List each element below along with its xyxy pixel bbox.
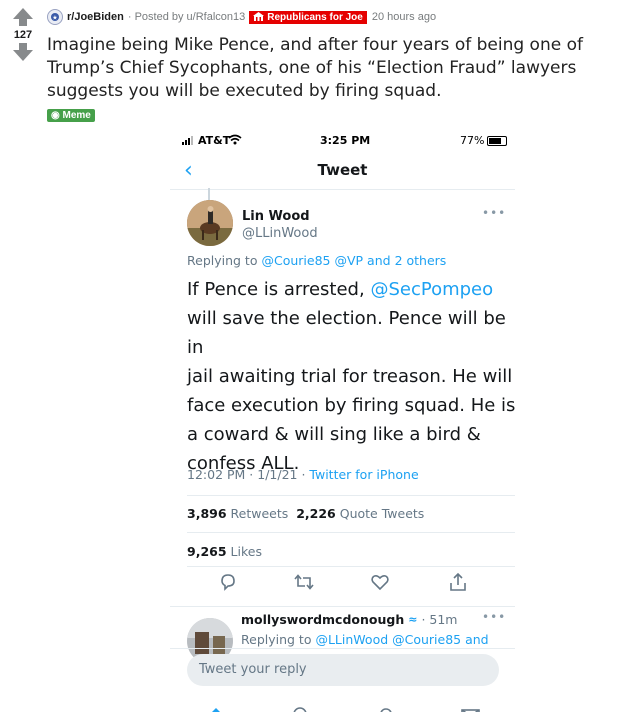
composer-placeholder: Tweet your reply xyxy=(199,662,307,677)
quotes-count: 2,226 xyxy=(296,506,336,521)
battery-icon xyxy=(487,136,507,146)
replying-and: and xyxy=(367,253,391,268)
stats-divider-top xyxy=(187,495,515,496)
reply-author: mollyswordmcdonough ≈ · 51m xyxy=(241,612,457,627)
replying-to: Replying to @Courie85 @VP and 2 others xyxy=(187,253,446,268)
reply-author-name[interactable]: mollyswordmcdonough xyxy=(241,612,404,627)
subreddit-icon[interactable]: ★ xyxy=(47,9,63,25)
reply-icon[interactable] xyxy=(218,572,238,596)
thread-line xyxy=(208,188,210,200)
battery-percent: 77% xyxy=(460,134,485,147)
reply-replying-prefix: Replying to xyxy=(241,632,312,647)
mention-vp[interactable]: @VP xyxy=(334,253,363,268)
home-icon[interactable] xyxy=(205,704,227,712)
reply-mentions[interactable]: @LLinWood @Courie85 and xyxy=(315,632,488,647)
like-stats: 9,265 Likes xyxy=(187,544,262,559)
like-icon[interactable] xyxy=(370,572,390,596)
tweet-time: 12:02 PM · 1/1/21 · xyxy=(187,467,306,482)
signal-icon xyxy=(182,136,193,145)
downvote-icon[interactable] xyxy=(8,43,38,61)
share-icon[interactable] xyxy=(448,572,468,596)
reddit-post[interactable]: 127 ★ r/JoeBiden · Posted by u/Rfalcon13… xyxy=(0,0,640,712)
retweet-stats: 3,896 Retweets 2,226 Quote Tweets xyxy=(187,506,424,521)
retweets-count: 3,896 xyxy=(187,506,227,521)
tweet-screenshot: AT&T 3:25 PM 77% ‹ Tweet Lin Wood @LLinW… xyxy=(170,128,530,712)
posted-by[interactable]: · Posted by u/Rfalcon13 xyxy=(128,11,245,23)
mention-secpompeo[interactable]: @SecPompeo xyxy=(370,279,493,300)
tweet-line-4: face execution by firing squad. He is xyxy=(187,395,516,416)
replying-others[interactable]: 2 others xyxy=(395,253,447,268)
user-flair-label: Republicans for Joe xyxy=(267,11,363,23)
search-icon[interactable] xyxy=(290,704,312,712)
retweet-icon[interactable] xyxy=(293,572,315,596)
tweet-author-handle[interactable]: @LLinWood xyxy=(242,226,318,241)
tweet-line-5: a coward & will sing like a bird & xyxy=(187,424,481,445)
status-time: 3:25 PM xyxy=(320,134,371,147)
tweet-timestamp: 12:02 PM · 1/1/21 · Twitter for iPhone xyxy=(187,467,419,482)
tweet-author-name[interactable]: Lin Wood xyxy=(242,209,310,224)
actions-divider xyxy=(170,606,515,607)
post-flair[interactable]: ◉ Meme xyxy=(47,109,95,122)
nav-title: Tweet xyxy=(317,161,368,179)
composer-divider xyxy=(170,648,515,649)
tweet-line-3: jail awaiting trial for treason. He will xyxy=(187,366,513,387)
mention-courie85[interactable]: @Courie85 xyxy=(261,253,330,268)
quotes-label[interactable]: Quote Tweets xyxy=(340,506,425,521)
tweet-source[interactable]: Twitter for iPhone xyxy=(309,467,418,482)
messages-icon[interactable] xyxy=(460,704,482,712)
svg-text:★: ★ xyxy=(52,15,57,22)
carrier-label: AT&T xyxy=(198,134,231,147)
post-flair-label: Meme xyxy=(62,110,91,121)
avatar[interactable] xyxy=(187,200,233,246)
post-meta: ★ r/JoeBiden · Posted by u/Rfalcon13 Rep… xyxy=(47,9,436,25)
post-time: 20 hours ago xyxy=(371,11,437,23)
notifications-icon[interactable] xyxy=(375,704,397,712)
replying-prefix: Replying to xyxy=(187,253,258,268)
tweet-body: If Pence is arrested, @SecPompeo will sa… xyxy=(187,275,517,478)
more-icon[interactable]: ••• xyxy=(482,610,506,624)
upvote-icon[interactable] xyxy=(8,8,38,26)
flair-icon: ◉ xyxy=(51,110,63,121)
retweets-label[interactable]: Retweets xyxy=(231,506,289,521)
stats-divider-mid xyxy=(187,532,515,533)
flair-icon xyxy=(253,12,265,21)
reply-replying-to: Replying to @LLinWood @Courie85 and xyxy=(241,632,489,647)
subreddit-link[interactable]: r/JoeBiden xyxy=(67,11,124,23)
likes-count: 9,265 xyxy=(187,544,227,559)
reply-age: · 51m xyxy=(421,612,458,627)
more-icon[interactable]: ••• xyxy=(482,206,506,220)
post-score: 127 xyxy=(13,29,33,41)
post-title[interactable]: Imagine being Mike Pence, and after four… xyxy=(47,34,639,103)
tweet-line-2: will save the election. Pence will be in xyxy=(187,308,506,358)
stats-divider-bottom xyxy=(187,566,515,567)
wave-icon: ≈ xyxy=(408,613,418,626)
nav-divider xyxy=(170,189,515,190)
tweet-actions xyxy=(170,572,515,598)
vote-column: 127 xyxy=(8,8,38,61)
wifi-icon xyxy=(228,134,242,148)
status-bar: AT&T 3:25 PM 77% xyxy=(170,134,530,148)
reply-composer[interactable]: Tweet your reply xyxy=(187,654,499,686)
likes-label[interactable]: Likes xyxy=(231,544,262,559)
user-flair: Republicans for Joe xyxy=(249,10,367,24)
tweet-line-1: If Pence is arrested, xyxy=(187,279,365,300)
